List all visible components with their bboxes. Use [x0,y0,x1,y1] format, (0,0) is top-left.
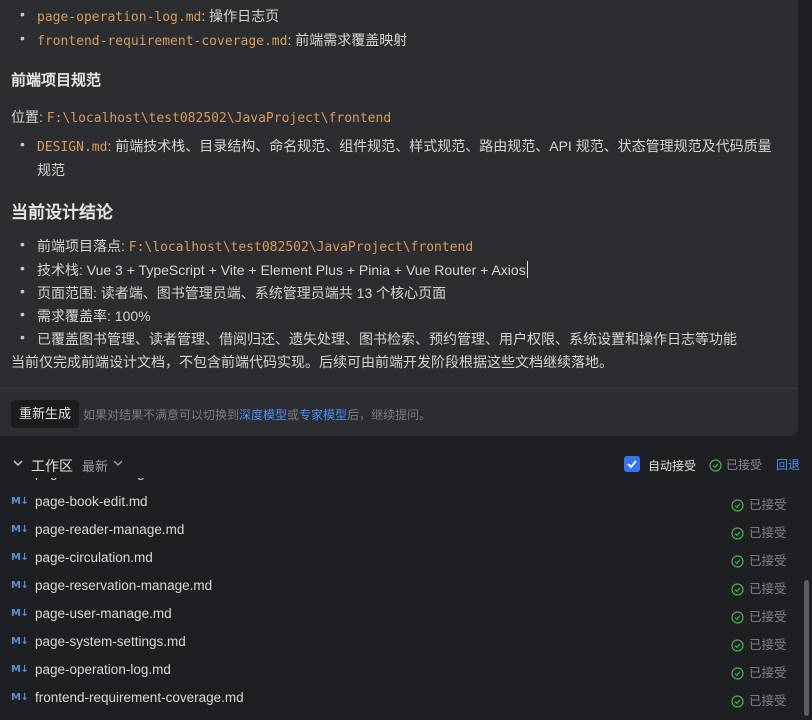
rollback-button[interactable]: 回退 [776,456,800,473]
file-name: frontend-requirement-coverage.md [35,690,244,705]
location-path: F:\localhost\test082502\JavaProject\fron… [46,111,392,126]
file-row[interactable]: M↓ page-book-edit.md 已接受 [0,489,800,517]
section-heading: 当前设计结论 [11,203,113,222]
file-row[interactable]: M↓ page-circulation.md 已接受 [0,545,800,573]
workspace-file-list: page-book-manage.md M↓ page-book-edit.md 已… [0,478,800,720]
file-accepted-status: 已接受 [731,578,787,597]
model-switch-hint: 如果对结果不满意可以切换到深度模型或专家模型后，继续提问。 [83,408,432,422]
check-circle-icon [731,555,744,568]
file-accepted-status: 已接受 [731,634,787,653]
file-row[interactable]: M↓ page-system-settings.md 已接受 [0,629,800,657]
expert-model-link[interactable]: 专家模型 [299,408,347,422]
list-item: 已覆盖图书管理、读者管理、借阅归还、遗失处理、图书检索、预约管理、用户权限、系统… [20,329,737,349]
file-row[interactable]: M↓ page-operation-log.md 已接受 [0,657,800,685]
closing-text: 当前仅完成前端设计文档，不包含前端代码实现。后续可由前端开发阶段根据这些文档继续… [11,354,613,370]
check-circle-icon [709,459,722,472]
file-row[interactable]: M↓ page-reservation-manage.md 已接受 [0,573,800,601]
check-circle-icon [731,639,744,652]
file-name-code: page-operation-log.md [37,10,202,25]
location-line: 位置: F:\localhost\test082502\JavaProject\… [11,109,392,126]
regenerate-button[interactable]: 重新生成 [11,400,80,428]
chevron-down-icon[interactable] [12,457,24,469]
file-accepted-status: 已接受 [731,522,787,541]
file-name: page-book-edit.md [35,494,148,509]
list-item: frontend-requirement-coverage.md: 前端需求覆盖… [20,30,407,50]
chat-panel: page-operation-log.md: 操作日志页 frontend-re… [0,0,798,436]
file-accepted-status: 已接受 [731,690,787,709]
chevron-down-icon[interactable] [113,460,123,467]
file-name: page-system-settings.md [35,634,186,649]
file-name-code: DESIGN.md [37,140,108,155]
accepted-status: 已接受 [709,456,762,473]
markdown-icon: M↓ [11,664,29,675]
markdown-icon: M↓ [11,636,29,647]
file-name: page-reservation-manage.md [35,578,213,593]
list-item: 前端项目落点: F:\localhost\test082502\JavaProj… [20,236,473,256]
check-circle-icon [731,611,744,624]
check-circle-icon [731,667,744,680]
file-row[interactable]: M↓ page-user-manage.md 已接受 [0,601,800,629]
file-row[interactable]: M↓ frontend-requirement-coverage.md 已接受 [0,685,800,713]
deep-model-link[interactable]: 深度模型 [239,408,287,422]
file-name: page-operation-log.md [35,662,171,677]
file-name: page-user-manage.md [35,606,172,621]
auto-accept-checkbox[interactable] [624,456,640,472]
list-item: DESIGN.md: 前端技术栈、目录结构、命名规范、组件规范、样式规范、路由规… [20,136,772,156]
check-circle-icon [731,583,744,596]
auto-accept-label[interactable]: 自动接受 [648,457,696,474]
markdown-icon: M↓ [11,552,29,563]
file-row[interactable]: M↓ page-reader-manage.md 已接受 [0,517,800,545]
file-name-code: frontend-requirement-coverage.md [37,34,288,49]
section-heading: 前端项目规范 [11,72,102,89]
file-accepted-status: 已接受 [731,550,787,569]
check-circle-icon [731,499,744,512]
markdown-icon: M↓ [11,580,29,591]
markdown-icon: M↓ [11,496,29,507]
workspace-title[interactable]: 工作区 [31,456,73,476]
file-name: page-reader-manage.md [35,522,185,537]
markdown-icon: M↓ [11,524,29,535]
list-item: 需求覆盖率: 100% [20,306,151,326]
scrollbar-thumb[interactable] [804,580,809,716]
list-item: page-operation-log.md: 操作日志页 [20,6,279,26]
check-circle-icon [731,695,744,708]
text-cursor [526,261,528,278]
check-circle-icon [731,527,744,540]
list-item: 页面范围: 读者端、图书管理员端、系统管理员端共 13 个核心页面 [20,283,446,303]
file-accepted-status: 已接受 [731,494,787,513]
checkmark-icon [627,460,637,469]
file-accepted-status: 已接受 [731,662,787,681]
file-name: page-circulation.md [35,550,153,565]
file-accepted-status: 已接受 [731,606,787,625]
workspace-header: 工作区 最新 自动接受 已接受 回退 [0,448,812,478]
file-row[interactable]: page-book-manage.md [0,478,800,488]
response-footer: 重新生成 如果对结果不满意可以切换到深度模型或专家模型后，继续提问。 [0,388,798,436]
sort-recent-dropdown[interactable]: 最新 [82,456,108,475]
markdown-icon: M↓ [11,692,29,703]
list-item-continuation: 规范 [37,162,65,178]
list-item: 技术栈: Vue 3 + TypeScript + Vite + Element… [20,260,528,280]
markdown-icon: M↓ [11,608,29,619]
